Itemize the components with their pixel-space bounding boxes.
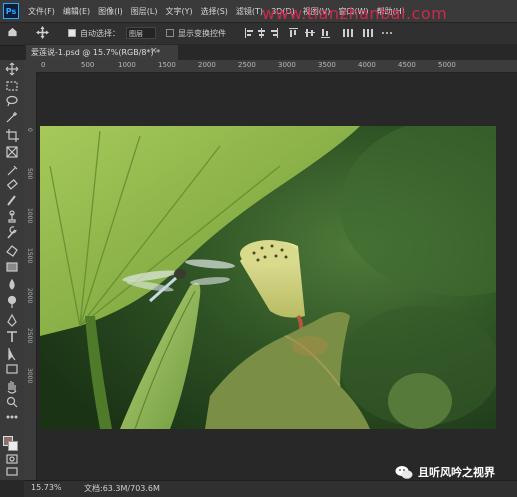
watermark: www.tianzhanbai.com xyxy=(262,4,448,23)
ruler-label: 2000 xyxy=(26,288,33,304)
auto-select-target-dropdown[interactable]: 图层 xyxy=(126,27,156,39)
ruler-label: 4500 xyxy=(398,61,416,69)
background-color-swatch[interactable] xyxy=(8,441,18,451)
document-image[interactable] xyxy=(40,126,496,429)
wechat-icon xyxy=(395,465,413,479)
horizontal-ruler: 0 500 1000 1500 2000 2500 3000 3500 4000… xyxy=(24,60,517,73)
ruler-label: 1500 xyxy=(158,61,176,69)
ruler-label: 4000 xyxy=(358,61,376,69)
document-size[interactable]: 文档:63.3M/703.6M xyxy=(84,483,160,494)
ruler-label: 500 xyxy=(81,61,95,69)
menu-file[interactable]: 文件(F) xyxy=(24,6,59,17)
show-transform-label: 显示变换控件 xyxy=(178,29,226,38)
menu-layer[interactable]: 图层(L) xyxy=(127,6,162,17)
tools-icons xyxy=(5,62,19,476)
menu-select[interactable]: 选择(S) xyxy=(197,6,232,17)
ruler-label: 500 xyxy=(26,168,33,180)
ruler-label: 0 xyxy=(26,128,33,132)
photoshop-logo-icon: Ps xyxy=(3,3,19,19)
show-transform-checkbox[interactable] xyxy=(166,29,174,37)
ruler-label: 2500 xyxy=(26,328,33,344)
ruler-label: 1000 xyxy=(118,61,136,69)
ruler-label: 1000 xyxy=(26,208,33,224)
auto-select-label: 自动选择： xyxy=(80,29,120,38)
ruler-label: 3500 xyxy=(318,61,336,69)
close-tab-icon[interactable]: × xyxy=(150,46,158,56)
wechat-account-name: 且听风吟之视界 xyxy=(418,466,495,479)
ruler-label: 2500 xyxy=(238,61,256,69)
auto-select-checkbox[interactable] xyxy=(68,29,76,37)
ruler-label: 0 xyxy=(41,61,46,69)
vertical-ruler: 0 500 1000 1500 2000 2500 3000 xyxy=(24,72,37,480)
home-icon[interactable] xyxy=(7,27,18,37)
wechat-badge: 且听风吟之视界 xyxy=(395,461,495,483)
ruler-label: 2000 xyxy=(198,61,216,69)
zoom-level[interactable]: 15.73% xyxy=(31,483,62,492)
ruler-label: 3000 xyxy=(26,368,33,384)
move-tool-options-icon[interactable] xyxy=(36,26,49,39)
align-buttons[interactable] xyxy=(245,28,395,38)
menu-edit[interactable]: 编辑(E) xyxy=(59,6,94,17)
menu-image[interactable]: 图像(I) xyxy=(94,6,127,17)
menu-type[interactable]: 文字(Y) xyxy=(161,6,196,17)
ruler-label: 3000 xyxy=(278,61,296,69)
ruler-label: 5000 xyxy=(438,61,456,69)
ruler-label: 1500 xyxy=(26,248,33,264)
